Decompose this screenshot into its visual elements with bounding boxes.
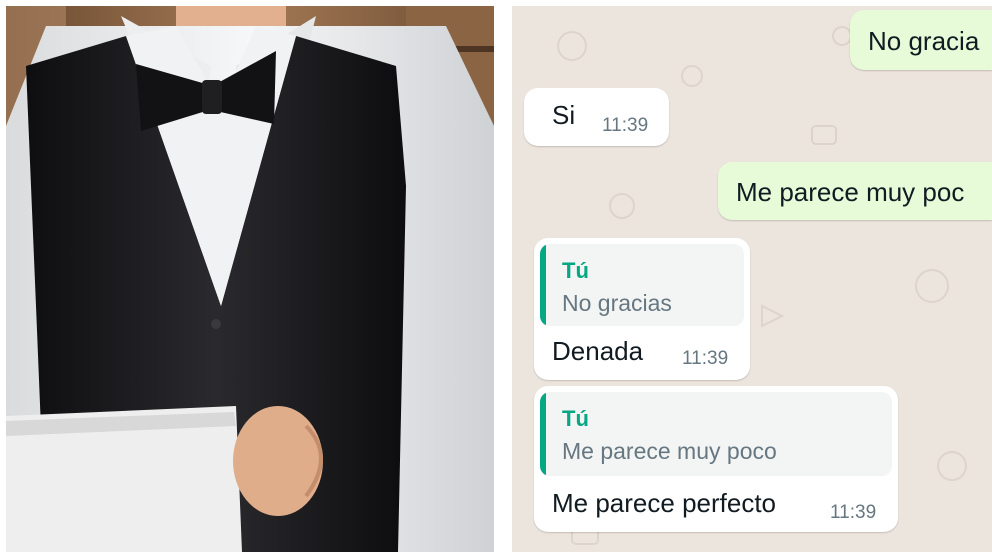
message-timestamp: 11:39 <box>682 348 729 369</box>
message-text: Si <box>552 100 576 130</box>
message-incoming-reply[interactable]: Tú No gracias Denada 11:39 <box>534 238 750 380</box>
message-text: Me parece muy poc <box>736 177 965 207</box>
message-incoming[interactable]: Si 11:39 <box>524 88 669 146</box>
message-timestamp: 11:39 <box>602 115 649 136</box>
quote-author: Tú <box>562 406 589 431</box>
message-outgoing[interactable]: Me parece muy poc <box>718 162 992 220</box>
quote-text: No gracias <box>562 290 672 316</box>
waiter-photo <box>6 6 494 552</box>
message-text: No gracia <box>868 26 980 56</box>
quote-text: Me parece muy poco <box>562 438 777 464</box>
quoted-message[interactable]: Tú No gracias <box>540 244 744 326</box>
chat-panel: No gracia Si 11:39 Me parece muy poc Tú … <box>512 6 992 552</box>
quote-author: Tú <box>562 258 589 283</box>
message-incoming-reply[interactable]: Tú Me parece muy poco Me parece perfecto… <box>534 386 898 532</box>
quoted-message[interactable]: Tú Me parece muy poco <box>540 392 892 476</box>
message-outgoing[interactable]: No gracia <box>850 10 992 70</box>
message-text: Denada <box>552 336 644 366</box>
message-timestamp: 11:39 <box>830 502 877 523</box>
quote-accent-bar <box>540 392 546 476</box>
quote-accent-bar <box>540 244 546 326</box>
message-text: Me parece perfecto <box>552 488 777 518</box>
